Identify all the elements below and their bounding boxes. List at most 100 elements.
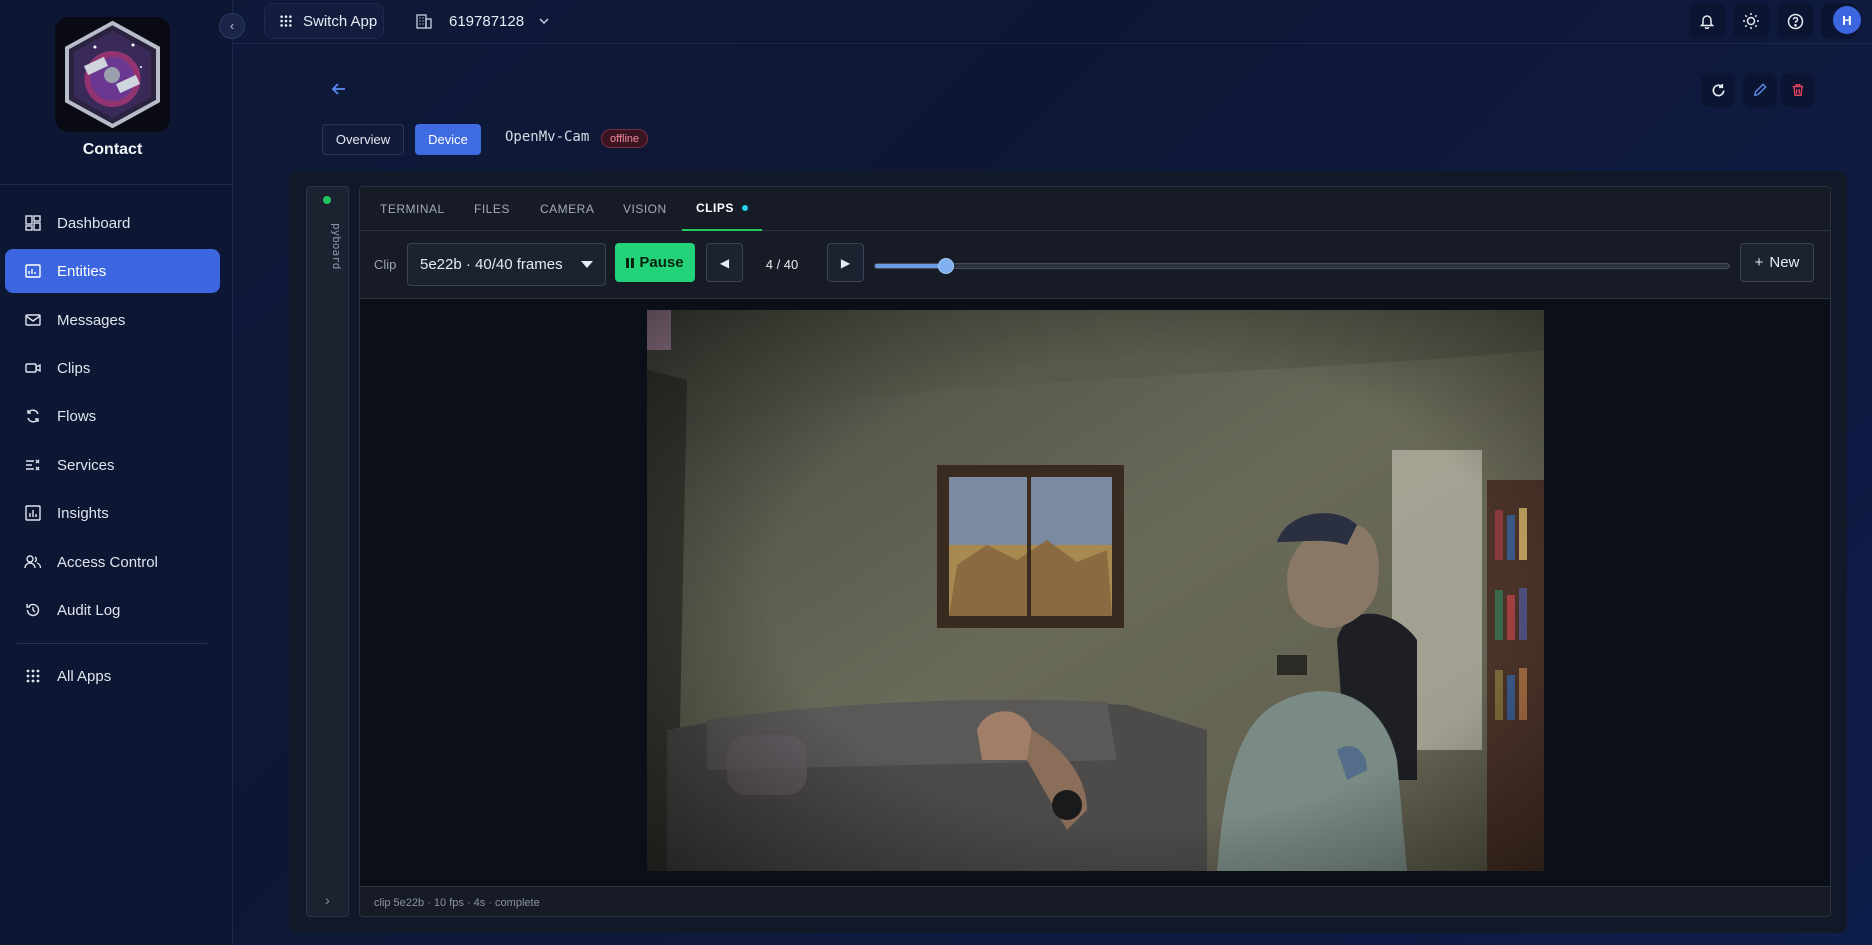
caret-down-icon <box>581 261 593 268</box>
next-frame-button[interactable]: ▶ <box>827 243 864 282</box>
pause-label: Pause <box>639 254 684 271</box>
help-icon <box>1787 13 1804 30</box>
grid-icon <box>24 667 42 685</box>
tab-label: CAMERA <box>540 202 595 216</box>
arrow-left-icon <box>331 81 347 97</box>
tab-label: CLIPS <box>696 201 734 215</box>
slider-fill <box>875 264 946 268</box>
brand-name: Contact <box>82 141 143 158</box>
org-id: 619787128 <box>449 12 525 30</box>
sidebar-item-label: All Apps <box>57 667 112 685</box>
expand-rail-button[interactable]: › <box>307 892 348 908</box>
device-name: OpenMv-Cam <box>505 129 590 145</box>
clip-select[interactable]: 5e22b · 40/40 frames <box>407 243 606 286</box>
users-icon <box>24 553 42 571</box>
mail-icon <box>24 311 42 329</box>
clip-controls: Clip 5e22b · 40/40 frames Pause ◀ 4 / 40… <box>360 231 1830 299</box>
board-label: pyboard <box>330 223 343 270</box>
sidebar-item-label: Insights <box>57 504 109 522</box>
plus-icon: + <box>1754 254 1764 271</box>
tab-overview[interactable]: Overview <box>322 124 404 155</box>
triangle-left-icon: ◀ <box>719 255 730 270</box>
services-icon <box>24 456 42 474</box>
clip-viewer: TERMINAL FILES CAMERA VISION CLIPS Clip … <box>359 186 1831 917</box>
tab-label: VISION <box>623 202 667 216</box>
sidebar-item-entities[interactable]: Entities <box>5 249 220 293</box>
sidebar-item-all-apps[interactable]: All Apps <box>5 654 220 698</box>
tab-camera[interactable]: CAMERA <box>540 187 594 231</box>
slider-thumb[interactable] <box>937 258 954 274</box>
prev-frame-button[interactable]: ◀ <box>706 243 743 282</box>
clip-select-value: 5e22b · 40/40 frames <box>420 256 563 273</box>
sidebar-item-label: Clips <box>57 359 91 377</box>
status-badge: offline <box>601 129 649 148</box>
back-button[interactable] <box>326 76 352 102</box>
sidebar-item-label: Access Control <box>57 553 158 571</box>
chart-icon <box>24 504 42 522</box>
sidebar-item-insights[interactable]: Insights <box>5 491 220 535</box>
tab-files[interactable]: FILES <box>474 187 510 231</box>
pause-button[interactable]: Pause <box>615 243 695 282</box>
entities-icon <box>24 262 42 280</box>
switch-app-label: Switch App <box>303 12 378 30</box>
org-selector[interactable]: 619787128 <box>416 3 550 39</box>
sidebar-item-audit-log[interactable]: Audit Log <box>5 588 220 632</box>
sidebar-item-label: Messages <box>57 311 126 329</box>
frame-counter: 4 / 40 <box>765 257 799 272</box>
sidebar-item-access-control[interactable]: Access Control <box>5 540 220 584</box>
sidebar-divider <box>0 184 233 185</box>
delete-button[interactable] <box>1781 73 1815 107</box>
refresh-icon <box>1711 83 1726 98</box>
building-icon <box>416 13 432 29</box>
tab-label: TERMINAL <box>380 202 445 216</box>
sidebar-item-clips[interactable]: Clips <box>5 346 220 390</box>
sidebar-item-label: Services <box>57 456 115 474</box>
sidebar-item-dashboard[interactable]: Dashboard <box>5 201 220 245</box>
clip-label: Clip <box>374 257 397 272</box>
new-label: New <box>1769 254 1800 271</box>
app-logo[interactable] <box>55 17 170 132</box>
triangle-right-icon: ▶ <box>840 255 851 270</box>
connection-dot <box>323 196 331 204</box>
new-clip-button[interactable]: + New <box>1740 243 1814 282</box>
tab-clips[interactable]: CLIPS <box>682 187 762 231</box>
dashboard-icon <box>24 214 42 232</box>
refresh-icon <box>24 407 42 425</box>
live-dot <box>741 205 748 211</box>
edit-button[interactable] <box>1743 73 1777 107</box>
avatar[interactable]: H <box>1833 6 1861 34</box>
sidebar-item-label: Flows <box>57 407 97 425</box>
sun-icon <box>1742 12 1760 30</box>
clip-frame-image <box>647 310 1544 871</box>
theme-toggle-button[interactable] <box>1733 3 1769 39</box>
tab-terminal[interactable]: TERMINAL <box>380 187 445 231</box>
sidebar-item-services[interactable]: Services <box>5 443 220 487</box>
sidebar-item-label: Audit Log <box>57 601 121 619</box>
pause-icon <box>626 257 635 268</box>
sidebar-item-label: Entities <box>57 262 107 280</box>
board-rail: pyboard › <box>306 186 349 917</box>
help-button[interactable] <box>1777 3 1813 39</box>
refresh-button[interactable] <box>1701 73 1735 107</box>
sidebar: Contact Dashboard Entities Messages Clip… <box>0 0 233 945</box>
clip-status-text: clip 5e22b · 10 fps · 4s · complete <box>374 897 540 909</box>
chevron-down-icon <box>538 15 550 27</box>
tab-label: FILES <box>474 202 510 216</box>
viewer-tabs: TERMINAL FILES CAMERA VISION CLIPS <box>360 187 1830 231</box>
sidebar-item-flows[interactable]: Flows <box>5 394 220 438</box>
bell-icon <box>1699 13 1715 29</box>
switch-app-button[interactable]: Switch App <box>264 3 384 39</box>
sidebar-item-messages[interactable]: Messages <box>5 298 220 342</box>
notifications-button[interactable] <box>1689 3 1725 39</box>
grid-icon <box>279 14 293 28</box>
frame-slider[interactable] <box>874 258 1730 274</box>
chevron-right-icon: › <box>325 892 330 908</box>
tab-device[interactable]: Device <box>415 124 481 155</box>
history-icon <box>24 601 42 619</box>
clip-status-bar: clip 5e22b · 10 fps · 4s · complete <box>360 886 1830 916</box>
sidebar-item-label: Dashboard <box>57 214 131 232</box>
sidebar-divider <box>17 643 207 644</box>
pencil-icon <box>1753 83 1767 97</box>
video-icon <box>24 359 42 377</box>
tab-vision[interactable]: VISION <box>623 187 667 231</box>
